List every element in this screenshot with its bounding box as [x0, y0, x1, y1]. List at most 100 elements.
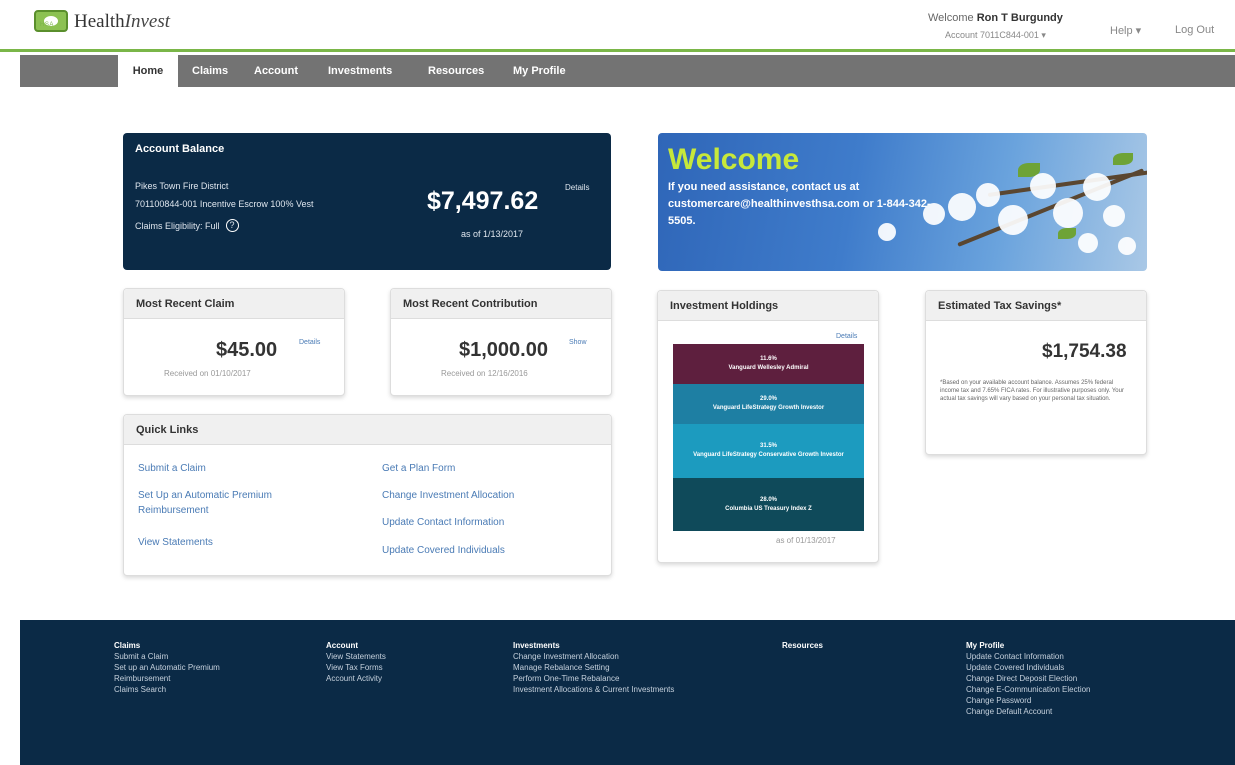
holding-percent: 31.5%: [759, 443, 777, 449]
healthinvest-logo[interactable]: HealthInvest: [34, 10, 170, 32]
footer-link[interactable]: View Statements: [326, 651, 386, 662]
quick-link-update-contact[interactable]: Update Contact Information: [382, 515, 504, 530]
blossom-graphic: [1118, 237, 1136, 255]
blossom-graphic: [1083, 173, 1111, 201]
holding-percent: 11.6%: [760, 356, 777, 362]
tab-investments[interactable]: Investments: [328, 55, 392, 87]
leaf-graphic: [1058, 228, 1076, 239]
blossom-graphic: [976, 183, 1000, 207]
question-icon[interactable]: ?: [225, 219, 239, 232]
footer-column-account: Account View Statements View Tax Forms A…: [326, 640, 386, 684]
holding-name: Vanguard LifeStrategy Growth Investor: [712, 405, 825, 411]
holding-block[interactable]: 29.0% Vanguard LifeStrategy Growth Inves…: [673, 384, 864, 424]
footer-link[interactable]: Claims Search: [114, 684, 220, 695]
branch-graphic: [987, 169, 1147, 197]
holding-name: Vanguard Wellesley Admiral: [728, 365, 809, 371]
tab-home[interactable]: Home: [118, 55, 178, 87]
footer-link[interactable]: Reimbursement: [114, 673, 220, 684]
claim-details-link[interactable]: Details: [299, 339, 320, 346]
leaf-graphic: [1113, 153, 1133, 165]
footer-link[interactable]: Update Contact Information: [966, 651, 1091, 662]
contribution-received-date: Received on 12/16/2016: [441, 369, 528, 378]
most-recent-claim-title: Most Recent Claim: [124, 289, 344, 319]
holdings-as-of: as of 01/13/2017: [776, 536, 836, 545]
footer-heading[interactable]: Resources: [782, 640, 823, 651]
most-recent-claim-card: Most Recent Claim $45.00 Details Receive…: [123, 288, 345, 396]
blossom-graphic: [1103, 205, 1125, 227]
footer-link[interactable]: Perform One-Time Rebalance: [513, 673, 674, 684]
holding-block[interactable]: 11.6% Vanguard Wellesley Admiral: [673, 344, 864, 384]
holding-name: Vanguard LifeStrategy Conservative Growt…: [693, 452, 844, 458]
balance-as-of: as of 1/13/2017: [461, 229, 524, 239]
balance-details-link[interactable]: Details: [565, 183, 589, 192]
quick-link-plan-form[interactable]: Get a Plan Form: [382, 461, 455, 476]
quick-link-submit-claim[interactable]: Submit a Claim: [138, 461, 206, 476]
footer-link[interactable]: View Tax Forms: [326, 662, 386, 673]
blossom-graphic: [1030, 173, 1056, 199]
claims-eligibility: Claims Eligibility: Full ?: [135, 219, 239, 232]
most-recent-contribution-card: Most Recent Contribution $1,000.00 Show …: [390, 288, 612, 396]
tab-claims[interactable]: Claims: [192, 55, 228, 87]
footer-link[interactable]: Account Activity: [326, 673, 386, 684]
quick-links-title: Quick Links: [124, 415, 611, 445]
footer-heading: Investments: [513, 641, 560, 650]
tax-savings-amount: $1,754.38: [1042, 341, 1127, 362]
logout-link[interactable]: Log Out: [1175, 24, 1214, 36]
footer-link[interactable]: Set up an Automatic Premium: [114, 662, 220, 673]
footer-heading: Account: [326, 641, 358, 650]
footer-link[interactable]: Change Direct Deposit Election: [966, 673, 1091, 684]
contribution-amount: $1,000.00: [459, 339, 548, 361]
quick-link-view-statements[interactable]: View Statements: [138, 535, 213, 550]
footer-link[interactable]: Change E-Communication Election: [966, 684, 1091, 695]
footer-link[interactable]: Submit a Claim: [114, 651, 220, 662]
logo-subtitle: HSA: [40, 22, 54, 28]
holding-percent: 29.0%: [759, 396, 777, 402]
logo-icon: [34, 10, 68, 32]
quick-link-update-covered[interactable]: Update Covered Individuals: [382, 543, 505, 558]
blossom-graphic: [1078, 233, 1098, 253]
investment-details-link[interactable]: Details: [836, 333, 857, 340]
welcome-text: Welcome Ron T Burgundy: [928, 12, 1063, 24]
holding-block[interactable]: 28.0% Columbia US Treasury Index Z: [673, 478, 864, 531]
top-header: HealthInvest HSA Welcome Ron T Burgundy …: [0, 0, 1235, 52]
help-menu[interactable]: Help ▾: [1110, 24, 1141, 37]
holdings-treemap[interactable]: 11.6% Vanguard Wellesley Admiral 29.0% V…: [673, 344, 864, 531]
footer-column-resources: Resources: [782, 640, 823, 651]
footer-link[interactable]: Change Default Account: [966, 706, 1091, 717]
logo-text: HealthInvest: [74, 10, 171, 32]
tab-account[interactable]: Account: [254, 55, 298, 87]
tab-resources[interactable]: Resources: [428, 55, 484, 87]
quick-link-reimbursement[interactable]: Reimbursement: [138, 503, 209, 518]
tax-savings-footnote: *Based on your available account balance…: [940, 380, 1124, 402]
footer-link[interactable]: Update Covered Individuals: [966, 662, 1091, 673]
tax-savings-card: Estimated Tax Savings* $1,754.38 *Based …: [925, 290, 1147, 455]
holding-percent: 28.0%: [759, 496, 777, 503]
claim-amount: $45.00: [216, 339, 278, 361]
footer-column-my-profile: My Profile Update Contact Information Up…: [966, 640, 1091, 717]
footer-link[interactable]: Change Password: [966, 695, 1091, 706]
account-balance-card: Account Balance Pikes Town Fire District…: [123, 133, 611, 270]
holding-block[interactable]: 31.5% Vanguard LifeStrategy Conservative…: [673, 424, 864, 478]
contribution-show-link[interactable]: Show: [569, 339, 587, 346]
tab-my-profile[interactable]: My Profile: [513, 55, 566, 87]
footer-column-investments: Investments Change Investment Allocation…: [513, 640, 674, 695]
account-number: 701100844-001 Incentive Escrow 100% Vest: [135, 199, 314, 209]
blossom-graphic: [1053, 198, 1083, 228]
most-recent-contribution-title: Most Recent Contribution: [391, 289, 611, 319]
footer-link[interactable]: Manage Rebalance Setting: [513, 662, 674, 673]
footer-heading: Claims: [114, 641, 141, 650]
footer-link[interactable]: Change Investment Allocation: [513, 651, 674, 662]
footer-heading: My Profile: [966, 641, 1005, 650]
footer-link[interactable]: Investment Allocations & Current Investm…: [513, 684, 674, 695]
banner-heading: Welcome: [668, 143, 800, 176]
main-nav: Home Claims Account Investments Resource…: [20, 55, 1235, 87]
user-name: Ron T Burgundy: [976, 12, 1063, 24]
footer-column-claims: Claims Submit a Claim Set up an Automati…: [114, 640, 220, 695]
site-footer: Claims Submit a Claim Set up an Automati…: [20, 620, 1235, 765]
welcome-banner: Welcome If you need assistance, contact …: [658, 133, 1147, 271]
quick-links-card: Quick Links Submit a Claim Set Up an Aut…: [123, 414, 612, 576]
quick-link-automatic-premium[interactable]: Set Up an Automatic Premium: [138, 488, 272, 503]
balance-amount: $7,497.62: [427, 187, 539, 215]
account-selector[interactable]: Account 7011C844-001 ▾: [945, 30, 1046, 41]
quick-link-change-investment[interactable]: Change Investment Allocation: [382, 488, 514, 503]
